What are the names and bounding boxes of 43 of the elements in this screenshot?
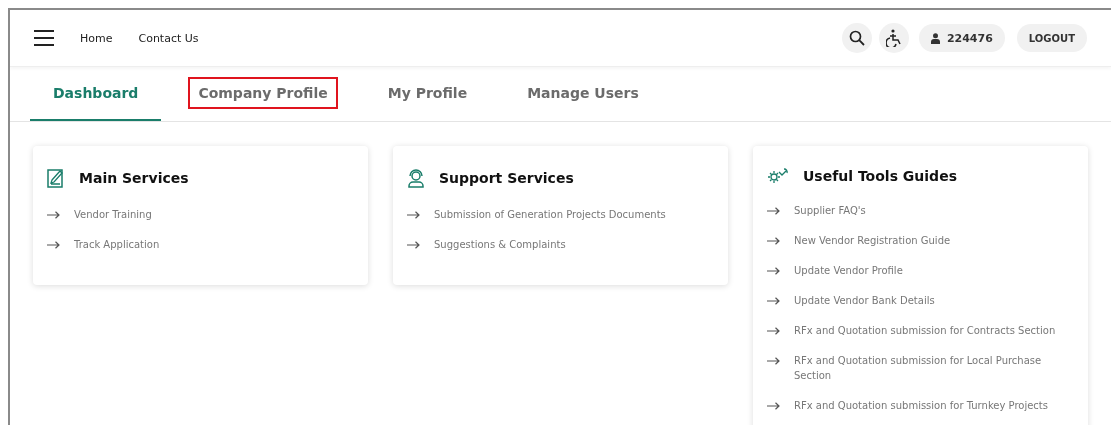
- edit-document-icon: [47, 168, 65, 188]
- service-link[interactable]: New Vendor Registration Guide: [767, 233, 1074, 248]
- arrow-right-icon: [767, 327, 780, 335]
- card-title: Main Services: [79, 170, 189, 186]
- arrow-right-icon: [47, 211, 60, 219]
- service-link[interactable]: RFx and Quotation submission for Local Purchase Section: [767, 353, 1074, 383]
- search-button[interactable]: [841, 23, 872, 53]
- service-link[interactable]: Submission of Generation Projects Documents: [407, 207, 714, 222]
- tab[interactable]: My Profile: [364, 67, 491, 121]
- card-title: Support Services: [439, 170, 574, 186]
- card-title: Useful Tools Guides: [803, 168, 957, 184]
- highlight-box: Company Profile: [188, 77, 338, 109]
- arrow-right-icon: [767, 402, 780, 410]
- nav-link[interactable]: Contact Us: [138, 31, 199, 45]
- arrow-right-icon: [767, 297, 780, 305]
- arrow-right-icon: [407, 241, 420, 249]
- service-link[interactable]: Update Vendor Bank Details: [767, 293, 1074, 308]
- arrow-right-icon: [407, 211, 420, 219]
- arrow-right-icon: [767, 207, 780, 215]
- service-link[interactable]: Supplier FAQ's: [767, 203, 1074, 218]
- headset-person-icon: [407, 168, 425, 188]
- search-icon: [848, 30, 865, 46]
- accessibility-button[interactable]: [878, 23, 909, 53]
- service-link[interactable]: Vendor Training: [47, 207, 354, 222]
- service-link[interactable]: Track Application: [47, 237, 354, 252]
- tab[interactable]: Company Profile: [175, 67, 351, 121]
- wheelchair-icon: [885, 29, 902, 47]
- arrow-right-icon: [767, 357, 780, 365]
- logout-button[interactable]: LOGOUT: [1016, 24, 1087, 52]
- service-link[interactable]: RFx and Quotation submission for Contracts Section: [767, 323, 1074, 338]
- nav-link[interactable]: Home: [80, 31, 113, 45]
- user-icon: [930, 32, 940, 44]
- service-link[interactable]: RFx and Quotation submission for Turnkey Projects: [767, 398, 1074, 413]
- tab[interactable]: Dashboard: [30, 67, 162, 121]
- service-link[interactable]: Suggestions & Complaints: [407, 237, 714, 252]
- tab[interactable]: Manage Users: [504, 67, 662, 121]
- gear-wrench-icon: [767, 168, 789, 184]
- arrow-right-icon: [767, 267, 780, 275]
- arrow-right-icon: [47, 241, 60, 249]
- arrow-right-icon: [767, 237, 780, 245]
- user-button[interactable]: 224476: [918, 24, 1005, 52]
- menu-icon[interactable]: [34, 30, 54, 46]
- service-link[interactable]: Update Vendor Profile: [767, 263, 1074, 278]
